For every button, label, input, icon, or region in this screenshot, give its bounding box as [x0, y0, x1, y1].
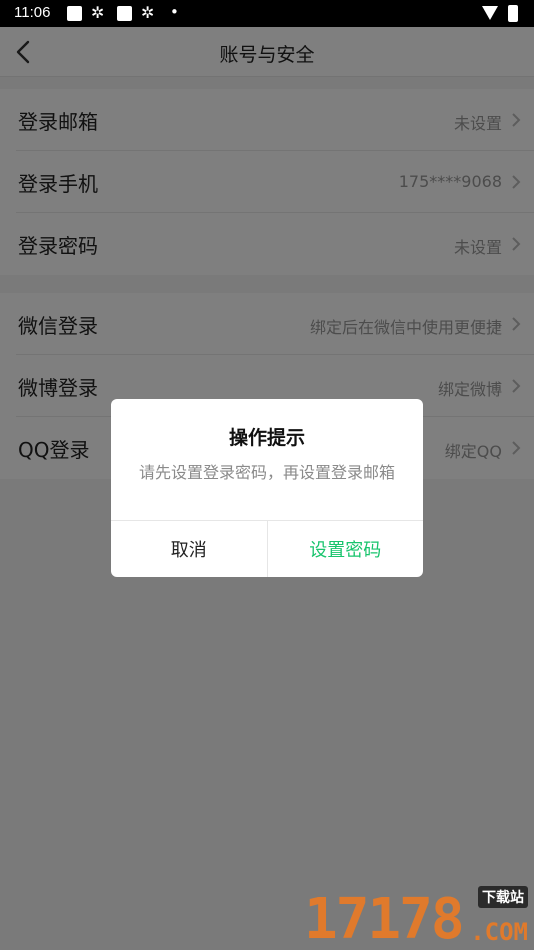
site-watermark: 17178 下载站 .COM [304, 886, 530, 948]
action-prompt-dialog: 操作提示 请先设置登录密码，再设置登录邮箱 取消 设置密码 [111, 399, 423, 577]
notification-icon [117, 6, 132, 21]
set-password-button[interactable]: 设置密码 [268, 521, 424, 577]
more-notifications-icon: • [170, 3, 179, 21]
watermark-digits: 17178 [304, 887, 465, 950]
settings-notification-icon: ✲ [91, 3, 105, 22]
watermark-domain: .COM [470, 918, 528, 946]
cancel-button[interactable]: 取消 [111, 521, 268, 577]
status-bar: 11:06 ✲ ✲ • [0, 0, 534, 27]
wifi-icon [482, 6, 498, 20]
dialog-button-bar: 取消 设置密码 [111, 520, 423, 577]
watermark-tag: 下载站 [478, 886, 528, 908]
dialog-message: 请先设置登录密码，再设置登录邮箱 [138, 463, 395, 482]
dialog-title: 操作提示 [228, 427, 305, 449]
battery-icon [508, 5, 518, 22]
settings-notification-icon: ✲ [141, 3, 155, 22]
status-time: 11:06 [14, 4, 51, 21]
notification-icon [67, 6, 82, 21]
